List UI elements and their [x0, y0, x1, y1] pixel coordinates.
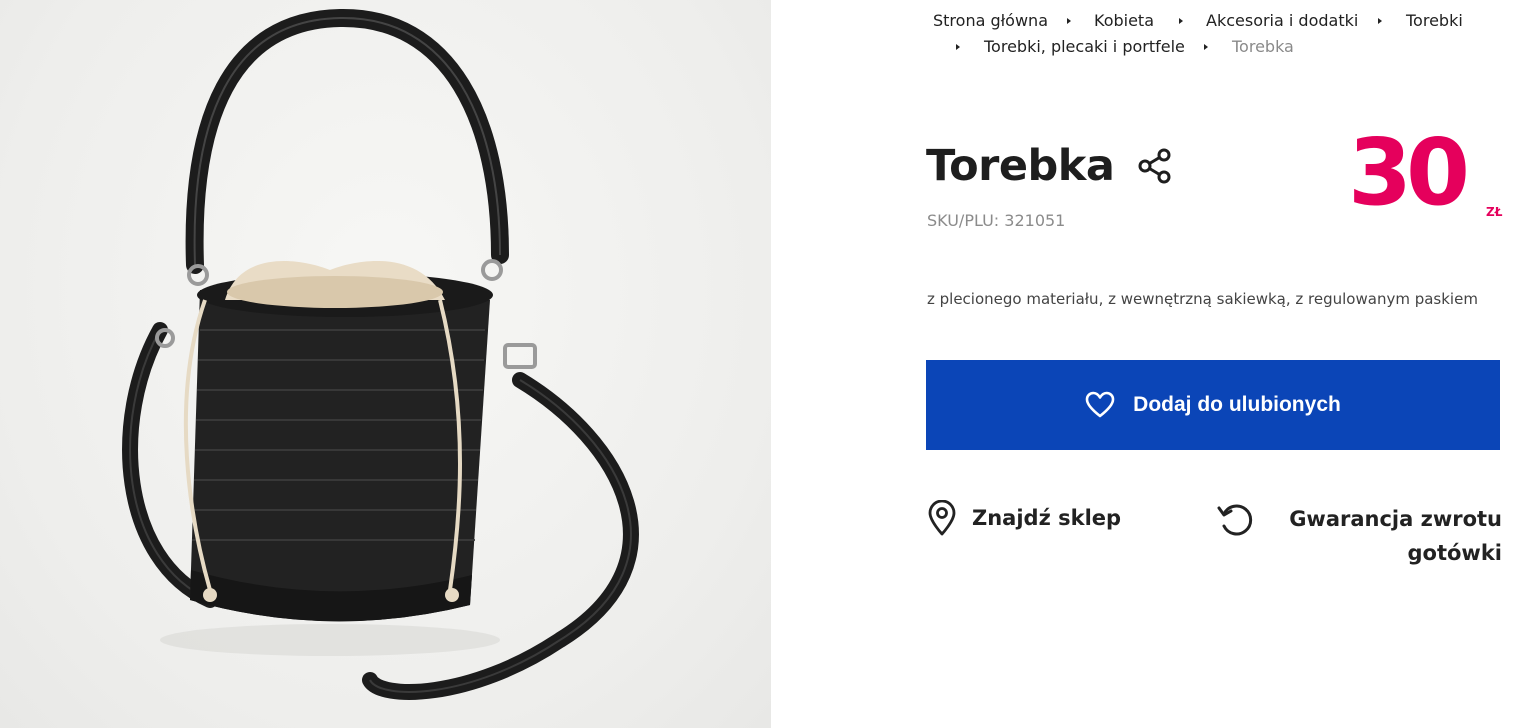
share-button[interactable] — [1136, 146, 1176, 186]
breadcrumb-separator-icon — [1204, 44, 1208, 50]
heart-icon — [1085, 391, 1115, 418]
money-back-guarantee-label: Gwarancja zwrotu gotówki — [1289, 507, 1502, 565]
breadcrumb-item-home[interactable]: Strona główna — [933, 10, 1048, 32]
breadcrumb-separator-icon — [1067, 18, 1071, 24]
location-pin-icon — [928, 500, 956, 536]
product-title: Torebka — [926, 141, 1115, 191]
breadcrumb-separator-icon — [1179, 18, 1183, 24]
refresh-icon — [1217, 504, 1253, 536]
breadcrumb-item-akcesoria[interactable]: Akcesoria i dodatki — [1206, 10, 1358, 32]
handbag-illustration — [122, 8, 639, 700]
share-icon — [1138, 148, 1171, 184]
breadcrumb-item-current: Torebka — [1232, 37, 1294, 56]
add-to-favorites-label: Dodaj do ulubionych — [1133, 393, 1341, 416]
add-to-favorites-button[interactable]: Dodaj do ulubionych — [926, 360, 1500, 450]
product-sku: SKU/PLU: 321051 — [927, 211, 1066, 230]
find-store-link[interactable]: Znajdź sklep — [926, 500, 1121, 536]
breadcrumb-item-torebki[interactable]: Torebki — [1406, 10, 1463, 32]
price-currency: ZŁ — [1486, 205, 1503, 219]
breadcrumb-item-torebki-plecaki-portfele[interactable]: Torebki, plecaki i portfele — [984, 36, 1185, 58]
breadcrumb-separator-icon — [956, 44, 960, 50]
product-description: z plecionego materiału, z wewnętrzną sak… — [927, 290, 1478, 308]
breadcrumb-separator-icon — [1378, 18, 1382, 24]
product-price: 30 — [1348, 119, 1470, 226]
product-image[interactable] — [0, 0, 771, 728]
breadcrumb-item-kobieta[interactable]: Kobieta — [1094, 10, 1154, 32]
find-store-label: Znajdź sklep — [972, 506, 1122, 530]
